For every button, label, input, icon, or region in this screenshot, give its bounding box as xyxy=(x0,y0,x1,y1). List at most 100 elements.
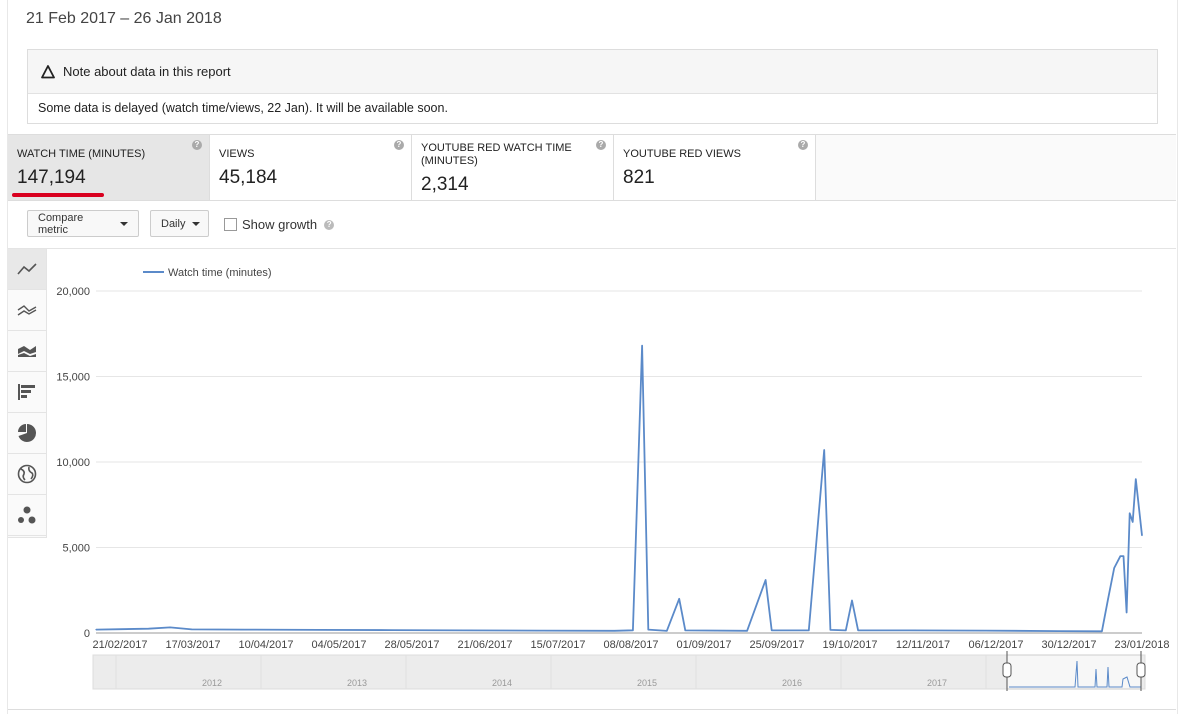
x-tick-label: 28/05/2017 xyxy=(384,639,439,651)
x-tick-label: 15/07/2017 xyxy=(530,639,585,651)
show-growth-checkbox[interactable] xyxy=(224,218,237,231)
metric-label: YOUTUBE RED WATCH TIME (MINUTES) xyxy=(421,142,572,167)
data-point xyxy=(120,628,122,630)
data-point xyxy=(641,345,643,347)
x-tick-label: 21/06/2017 xyxy=(457,639,512,651)
divider xyxy=(8,709,1176,710)
x-tick-label: 19/10/2017 xyxy=(822,639,877,651)
bubble-chart-button[interactable] xyxy=(8,495,46,536)
data-point xyxy=(1107,598,1109,600)
navigator-year-label: 2012 xyxy=(202,678,222,688)
data-point xyxy=(984,630,986,632)
globe-icon xyxy=(17,464,37,484)
data-point xyxy=(1119,555,1122,557)
navigator-handle xyxy=(1002,662,1012,678)
pie-chart-button[interactable] xyxy=(8,413,46,454)
data-point xyxy=(243,628,245,631)
help-icon[interactable]: ? xyxy=(596,140,606,150)
show-growth-label: Show growth xyxy=(242,217,318,232)
navigator-year-label: 2016 xyxy=(782,678,802,688)
metric-value: 45,184 xyxy=(219,167,278,188)
line-chart-icon xyxy=(17,263,37,275)
note-body: Some data is delayed (watch time/views, … xyxy=(38,101,448,115)
metric-red-watch-time[interactable]: YOUTUBE RED WATCH TIME (MINUTES) 2,314 ? xyxy=(412,135,614,200)
map-chart-button[interactable] xyxy=(8,454,46,495)
data-point xyxy=(1101,630,1103,632)
compare-metric-dropdown[interactable]: Compare metric xyxy=(27,210,139,237)
help-icon[interactable]: ? xyxy=(798,140,808,150)
metric-value: 147,194 xyxy=(17,167,86,188)
x-tick-label: 08/08/2017 xyxy=(603,639,658,651)
data-point xyxy=(684,629,686,632)
line-chart-button[interactable] xyxy=(8,249,46,290)
data-point xyxy=(746,630,748,632)
navigator-year-label: 2014 xyxy=(492,678,512,688)
pie-chart-icon xyxy=(18,424,36,442)
stacked-area-chart-icon xyxy=(18,346,36,357)
bubble-chart-icon xyxy=(18,506,36,524)
navigator-year-label: 2015 xyxy=(637,678,657,688)
chevron-down-icon xyxy=(192,221,201,226)
chevron-down-icon xyxy=(120,221,128,226)
chart-controls: Compare metric Daily Show growth ? xyxy=(8,200,1176,249)
navigator-handle xyxy=(1136,662,1146,678)
x-tick-label: 10/04/2017 xyxy=(238,639,293,651)
data-note: Note about data in this report Some data… xyxy=(27,49,1158,124)
data-point xyxy=(632,629,634,631)
y-tick-label: 0 xyxy=(84,628,90,640)
multi-line-chart-icon xyxy=(17,305,37,316)
x-tick-label: 30/12/2017 xyxy=(1041,639,1096,651)
data-point xyxy=(1113,567,1115,569)
data-point xyxy=(857,629,859,631)
data-point xyxy=(1125,611,1128,614)
x-tick-label: 01/09/2017 xyxy=(676,639,731,651)
metric-value: 821 xyxy=(623,167,655,188)
metric-label: YOUTUBE RED VIEWS xyxy=(623,148,741,160)
data-point xyxy=(1132,521,1134,523)
data-point xyxy=(678,598,680,600)
data-point xyxy=(147,628,150,630)
show-growth-toggle[interactable]: Show growth ? xyxy=(224,217,335,232)
navigator-window xyxy=(1006,654,1142,690)
period-dropdown[interactable]: Daily xyxy=(150,210,209,237)
y-tick-label: 5,000 xyxy=(62,543,90,555)
data-point xyxy=(845,629,847,632)
navigator-track xyxy=(92,654,1146,690)
data-point xyxy=(823,449,825,451)
help-icon[interactable]: ? xyxy=(324,219,335,230)
help-icon[interactable]: ? xyxy=(192,140,202,150)
y-tick-label: 10,000 xyxy=(56,457,90,469)
data-point xyxy=(169,626,171,628)
period-label: Daily xyxy=(161,217,186,230)
multi-line-chart-button[interactable] xyxy=(8,290,46,331)
bar-chart-icon xyxy=(18,384,35,400)
compare-metric-label: Compare metric xyxy=(38,211,84,236)
data-point xyxy=(465,629,467,632)
data-point xyxy=(808,629,810,632)
x-tick-label: 25/09/2017 xyxy=(749,639,804,651)
chart-area: 20,000 15,000 10,000 5,000 0 21/02/2017 17/03/… xyxy=(47,249,1176,709)
selected-underline xyxy=(12,193,104,197)
metric-label: WATCH TIME (MINUTES) xyxy=(17,148,146,160)
metric-label: VIEWS xyxy=(219,148,255,160)
legend-label: Watch time (minutes) xyxy=(168,267,272,279)
data-point xyxy=(1058,630,1060,632)
metric-views[interactable]: VIEWS 45,184 ? xyxy=(210,135,412,200)
metric-watch-time[interactable]: WATCH TIME (MINUTES) 147,194 ? xyxy=(8,135,210,200)
data-point xyxy=(764,579,767,581)
bar-chart-button[interactable] xyxy=(8,372,46,413)
stacked-area-chart-button[interactable] xyxy=(8,331,46,372)
data-point xyxy=(1129,512,1131,514)
data-point xyxy=(909,629,912,632)
watch-time-chart[interactable]: 20,000 15,000 10,000 5,000 021/02/2017 17/03/… xyxy=(47,249,1176,709)
help-icon[interactable]: ? xyxy=(394,140,404,150)
series-line xyxy=(95,344,1143,633)
data-point xyxy=(191,628,193,631)
note-title: Note about data in this report xyxy=(63,64,231,79)
x-tick-label: 12/11/2017 xyxy=(896,639,950,651)
x-tick-label: 06/12/2017 xyxy=(968,639,1023,651)
chart-type-toolbar xyxy=(8,249,47,538)
data-point xyxy=(391,629,393,631)
date-range[interactable]: 21 Feb 2017 – 26 Jan 2018 xyxy=(26,10,222,28)
metric-red-views[interactable]: YOUTUBE RED VIEWS 821 ? xyxy=(614,135,816,200)
